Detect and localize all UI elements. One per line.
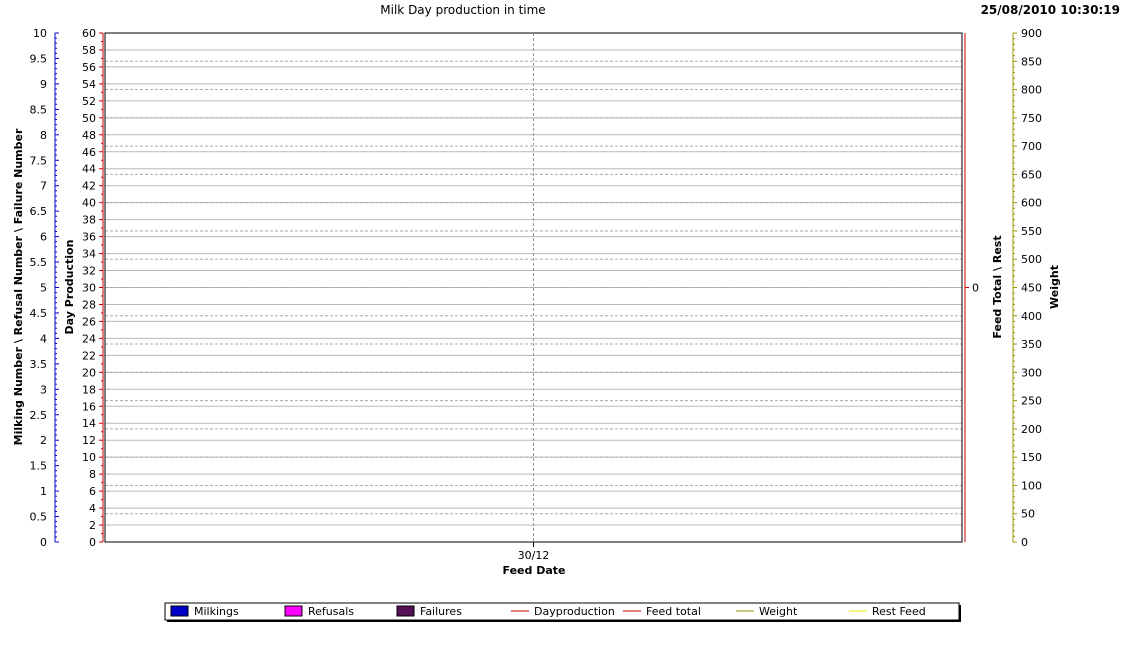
weight-tick-label: 100 — [1021, 479, 1042, 492]
weight-tick-label: 800 — [1021, 84, 1042, 97]
x-tick-label: 30/12 — [518, 549, 550, 562]
day-production-tick-label: 10 — [82, 451, 96, 464]
legend-label: Feed total — [646, 605, 701, 618]
milkings-tick-label: 9 — [40, 78, 47, 91]
milkings-tick-label: 2 — [40, 434, 47, 447]
weight-tick-label: 550 — [1021, 225, 1042, 238]
day-production-tick-label: 36 — [82, 231, 96, 244]
legend-label: Refusals — [308, 605, 354, 618]
milkings-tick-label: 7 — [40, 180, 47, 193]
day-production-tick-label: 16 — [82, 400, 96, 413]
weight-tick-label: 850 — [1021, 55, 1042, 68]
milkings-tick-label: 8 — [40, 129, 47, 142]
legend-label: Dayproduction — [534, 605, 615, 618]
day-production-tick-label: 30 — [82, 282, 96, 295]
day-production-axis-title: Day Production — [63, 240, 76, 335]
x-axis-title: Feed Date — [503, 564, 566, 577]
day-production-tick-label: 12 — [82, 434, 96, 447]
day-production-tick-label: 50 — [82, 112, 96, 125]
weight-tick-label: 500 — [1021, 253, 1042, 266]
legend-label: Weight — [759, 605, 798, 618]
weight-tick-label: 650 — [1021, 168, 1042, 181]
day-production-tick-label: 60 — [82, 27, 96, 40]
day-production-tick-label: 38 — [82, 214, 96, 227]
feed-total-tick-label: 0 — [972, 282, 979, 295]
legend-swatch — [284, 605, 303, 617]
weight-tick-label: 350 — [1021, 338, 1042, 351]
milkings-tick-label: 3.5 — [30, 358, 48, 371]
weight-tick-label: 250 — [1021, 395, 1042, 408]
weight-tick-label: 400 — [1021, 310, 1042, 323]
day-production-tick-label: 58 — [82, 44, 96, 57]
weight-tick-label: 450 — [1021, 282, 1042, 295]
chart-title: Milk Day production in time — [380, 3, 545, 17]
day-production-tick-label: 32 — [82, 265, 96, 278]
day-production-tick-label: 52 — [82, 95, 96, 108]
milkings-axis: 0 0.5 1 1.5 2 2.5 3 3.5 4 4.5 5 5.5 6 6.5 7 7.5 8 8.5 9 9.5… — [30, 27, 59, 549]
feed-total-axis: 0 — [964, 33, 979, 542]
weight-tick-label: 300 — [1021, 366, 1042, 379]
day-production-tick-label: 54 — [82, 78, 96, 91]
weight-tick-label: 900 — [1021, 27, 1042, 40]
weight-tick-label: 600 — [1021, 197, 1042, 210]
day-production-tick-label: 56 — [82, 61, 96, 74]
milkings-tick-label: 2.5 — [30, 409, 48, 422]
weight-axis: 0 50 100 150 200 250 300 350 400 450 500 550 600 650 7… — [1012, 27, 1042, 549]
day-production-tick-label: 0 — [89, 536, 96, 549]
day-production-tick-label: 48 — [82, 129, 96, 142]
day-production-tick-label: 40 — [82, 197, 96, 210]
milkings-tick-label: 0 — [40, 536, 47, 549]
milkings-tick-label: 0.5 — [30, 511, 48, 524]
milkings-tick-label: 5 — [40, 282, 47, 295]
milkings-tick-label: 10 — [33, 27, 47, 40]
legend-label: Rest Feed — [872, 605, 926, 618]
milkings-tick-label: 6 — [40, 231, 47, 244]
legend-swatch — [170, 605, 189, 617]
day-production-tick-label: 28 — [82, 298, 96, 311]
day-production-tick-label: 34 — [82, 248, 96, 261]
milkings-tick-label: 8.5 — [30, 103, 48, 116]
milkings-tick-label: 3 — [40, 383, 47, 396]
legend-swatch — [396, 605, 415, 617]
day-production-tick-label: 24 — [82, 332, 96, 345]
day-production-tick-label: 8 — [89, 468, 96, 481]
day-production-tick-label: 42 — [82, 180, 96, 193]
x-axis-ticks: 30/12 — [518, 542, 550, 562]
weight-axis-title: Weight — [1048, 265, 1061, 309]
day-production-tick-label: 20 — [82, 366, 96, 379]
milkings-tick-label: 4.5 — [30, 307, 48, 320]
day-production-tick-label: 14 — [82, 417, 96, 430]
weight-tick-label: 50 — [1021, 508, 1035, 521]
milkings-tick-label: 9.5 — [30, 52, 48, 65]
timestamp: 25/08/2010 10:30:19 — [981, 3, 1120, 17]
day-production-tick-label: 18 — [82, 383, 96, 396]
milkings-tick-label: 1 — [40, 485, 47, 498]
chart: Milk Day production in time 25/08/2010 1… — [12, 3, 1120, 622]
day-production-tick-label: 4 — [89, 502, 96, 515]
weight-tick-label: 0 — [1021, 536, 1028, 549]
day-production-tick-label: 22 — [82, 349, 96, 362]
milkings-tick-label: 6.5 — [30, 205, 48, 218]
milkings-axis-title: Milking Number \ Refusal Number \ Failur… — [12, 128, 25, 445]
legend-label: Failures — [420, 605, 462, 618]
day-production-tick-label: 2 — [89, 519, 96, 532]
weight-tick-label: 750 — [1021, 112, 1042, 125]
milkings-tick-label: 1.5 — [30, 460, 48, 473]
legend: Milkings Refusals Failures Dayproduction Fee… — [164, 602, 961, 622]
day-production-tick-label: 6 — [89, 485, 96, 498]
day-production-axis: 0246810121416182022242628303234363840424… — [82, 27, 104, 549]
day-production-tick-label: 46 — [82, 146, 96, 159]
weight-tick-label: 200 — [1021, 423, 1042, 436]
weight-tick-label: 700 — [1021, 140, 1042, 153]
milkings-tick-label: 5.5 — [30, 256, 48, 269]
day-production-tick-label: 44 — [82, 163, 96, 176]
legend-label: Milkings — [194, 605, 239, 618]
day-production-tick-label: 26 — [82, 315, 96, 328]
feed-total-axis-title: Feed Total \ Rest — [991, 235, 1004, 338]
weight-tick-label: 150 — [1021, 451, 1042, 464]
milkings-tick-label: 7.5 — [30, 154, 48, 167]
milkings-tick-label: 4 — [40, 332, 47, 345]
